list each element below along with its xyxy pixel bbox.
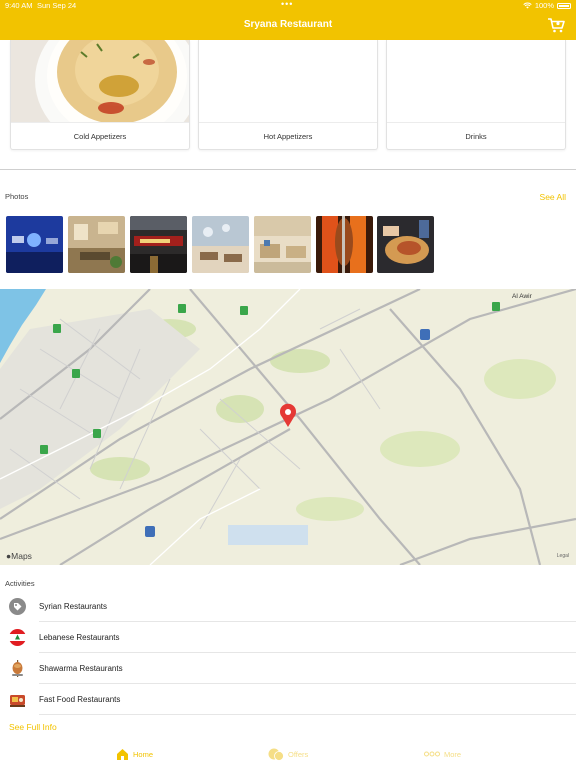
- category-card-hot-appetizers[interactable]: Hot Appetizers: [198, 40, 378, 150]
- category-card-cold-appetizers[interactable]: Cold Appetizers: [10, 40, 190, 150]
- more-icon: [424, 751, 440, 757]
- fast-food-icon: [10, 695, 25, 707]
- activity-item-fast-food[interactable]: Fast Food Restaurants: [0, 684, 576, 715]
- multitasking-dots-icon[interactable]: •••: [281, 0, 293, 9]
- photo-thumbnail[interactable]: [316, 216, 373, 273]
- page-title: Sryana Restaurant: [243, 19, 333, 30]
- map-place-label: Al Awir: [512, 293, 532, 300]
- battery-percent: 100%: [534, 1, 554, 10]
- lebanon-flag-icon: [9, 629, 26, 646]
- activities-heading: Activities: [5, 579, 35, 588]
- tab-bar: Home Offers More: [0, 740, 576, 768]
- photo-thumbnail[interactable]: [68, 216, 125, 273]
- hummus-dish-image: [11, 40, 189, 123]
- activity-item-syrian[interactable]: Syrian Restaurants: [0, 591, 576, 622]
- activity-label: Lebanese Restaurants: [39, 633, 120, 642]
- location-map[interactable]: [0, 289, 576, 565]
- category-card-drinks[interactable]: Drinks: [386, 40, 566, 150]
- category-label: Cold Appetizers: [11, 122, 189, 149]
- photo-thumbnail[interactable]: [377, 216, 434, 273]
- photo-thumbnail[interactable]: [254, 216, 311, 273]
- tab-label: Home: [133, 749, 154, 759]
- map-legal-link[interactable]: Legal: [557, 553, 569, 559]
- see-full-info-link[interactable]: See Full Info: [9, 722, 57, 732]
- tag-icon: [9, 598, 26, 615]
- status-time: 9:40 AM: [5, 1, 33, 10]
- photo-thumbnail[interactable]: [6, 216, 63, 273]
- wifi-icon: [523, 2, 532, 9]
- home-icon: [117, 748, 128, 760]
- category-label: Drinks: [387, 122, 565, 149]
- offers-icon: [268, 748, 284, 761]
- see-all-photos-link[interactable]: See All: [540, 192, 566, 202]
- battery-icon: [557, 2, 571, 9]
- photo-thumbnail[interactable]: [192, 216, 249, 273]
- status-date: Sun Sep 24: [37, 1, 77, 10]
- status-right: 100%: [523, 1, 571, 10]
- tab-home[interactable]: Home: [116, 740, 153, 768]
- activity-label: Fast Food Restaurants: [39, 695, 121, 704]
- status-bar: 9:40 AM Sun Sep 24 ••• 100%: [0, 0, 576, 12]
- activity-item-lebanese[interactable]: Lebanese Restaurants: [0, 622, 576, 653]
- tab-more[interactable]: More: [424, 740, 461, 768]
- activity-label: Syrian Restaurants: [39, 602, 108, 611]
- tab-offers[interactable]: Offers: [268, 740, 308, 768]
- row-divider: [39, 714, 576, 715]
- shawarma-icon: [12, 660, 23, 677]
- photos-heading: Photos: [5, 192, 29, 201]
- tab-label: More: [444, 749, 462, 759]
- tab-label: Offers: [288, 749, 309, 759]
- maps-logo: ●Maps: [6, 551, 32, 561]
- section-divider: [0, 169, 576, 170]
- photo-thumbnail[interactable]: [130, 216, 187, 273]
- maps-logo-text: Maps: [11, 551, 32, 561]
- cart-icon[interactable]: [547, 17, 565, 33]
- navigation-bar: 9:40 AM Sun Sep 24 ••• 100% Sryana Resta…: [0, 0, 576, 40]
- activity-label: Shawarma Restaurants: [39, 664, 123, 673]
- activity-item-shawarma[interactable]: Shawarma Restaurants: [0, 653, 576, 684]
- category-label: Hot Appetizers: [199, 122, 377, 149]
